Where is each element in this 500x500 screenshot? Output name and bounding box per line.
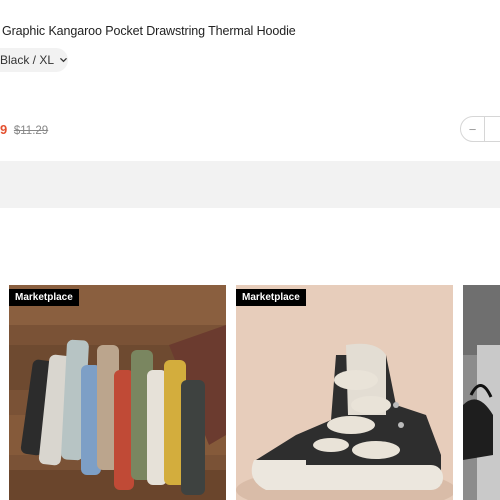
variant-label: Black / XL	[0, 53, 55, 67]
product-card[interactable]	[463, 285, 500, 500]
quantity-stepper[interactable]: −	[460, 116, 500, 142]
handbag-photo	[463, 285, 500, 500]
socks-photo	[9, 285, 226, 500]
current-price: 9	[0, 122, 8, 137]
marketplace-badge: Marketplace	[9, 289, 79, 306]
high-top-sneaker-photo	[236, 285, 453, 500]
section-divider-band	[0, 161, 500, 208]
product-card[interactable]: Marketplace	[236, 285, 453, 500]
product-card[interactable]: Marketplace	[9, 285, 226, 500]
price-row: 9 $11.29	[0, 122, 48, 137]
marketplace-badge: Marketplace	[236, 289, 306, 306]
product-title[interactable]: Graphic Kangaroo Pocket Drawstring Therm…	[2, 24, 296, 38]
decrease-quantity-button[interactable]: −	[461, 117, 485, 141]
original-price: $11.29	[13, 125, 49, 137]
variant-selector[interactable]: Black / XL	[0, 48, 68, 72]
chevron-down-icon	[60, 58, 67, 63]
